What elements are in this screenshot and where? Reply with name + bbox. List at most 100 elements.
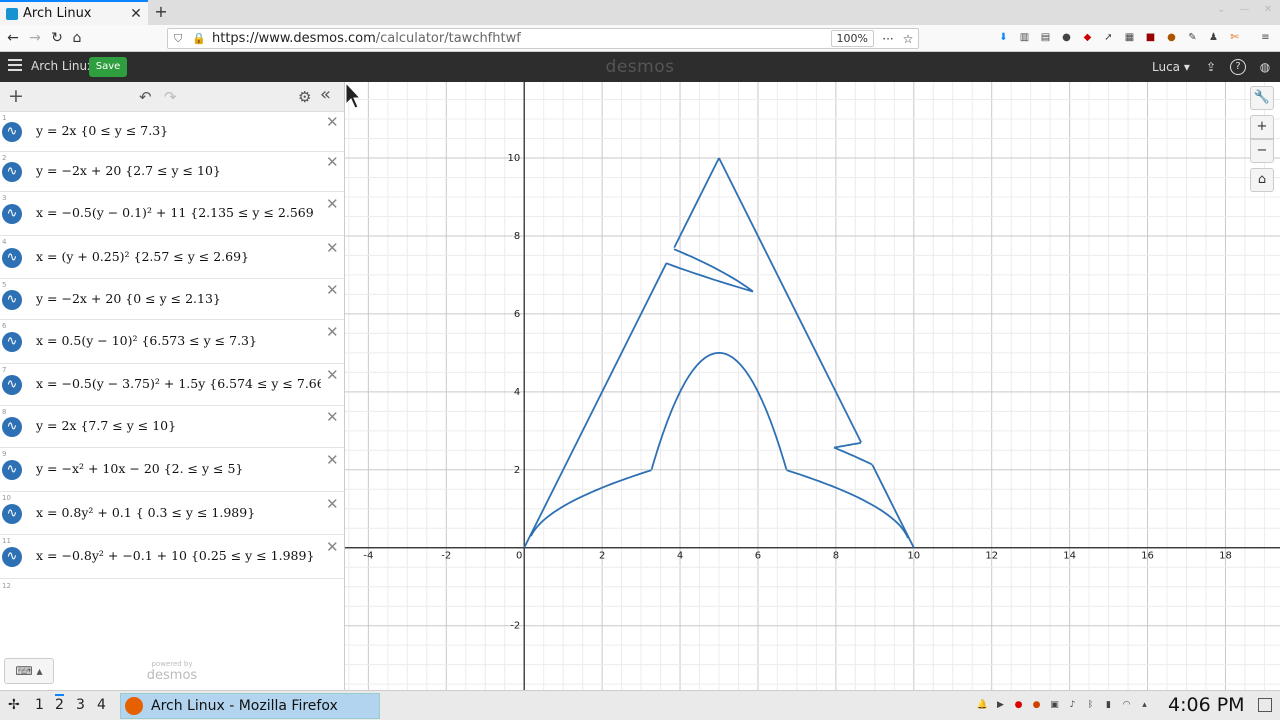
default-viewport-home-icon[interactable]: ⌂ — [1250, 168, 1274, 192]
expression-row[interactable]: 5 ∿ y = −2x + 20 {0 ≤ y ≤ 2.13} ✕ — [0, 279, 344, 320]
expression-input[interactable]: y = −2x + 20 {2.7 ≤ y ≤ 10} — [36, 163, 221, 178]
tracking-shield-icon[interactable]: ⛉ — [174, 32, 188, 46]
wifi-icon[interactable]: ◠ — [1120, 699, 1133, 712]
tab-close-icon[interactable]: ✕ — [128, 6, 144, 22]
graph-settings-wrench-icon[interactable]: 🔧 — [1250, 86, 1274, 110]
expression-input[interactable]: y = 2x {0 ≤ y ≤ 7.3} — [36, 123, 168, 138]
expression-color-toggle-icon[interactable]: ∿ — [2, 332, 22, 352]
share-icon[interactable]: ⇪ — [1203, 59, 1219, 75]
delete-expression-icon[interactable]: ✕ — [326, 408, 339, 426]
taskbar-app-firefox[interactable]: Arch Linux - Mozilla Firefox — [120, 693, 380, 719]
page-actions-icon[interactable]: ··· — [878, 32, 898, 46]
delete-expression-icon[interactable]: ✕ — [326, 113, 339, 131]
url-text[interactable]: https://www.desmos.com/calculator/tawchf… — [212, 31, 831, 46]
keyboard-toggle-button[interactable]: ⌨ ▴ — [4, 658, 54, 684]
settings-gear-icon[interactable]: ⚙ — [298, 88, 311, 106]
expression-color-toggle-icon[interactable]: ∿ — [2, 417, 22, 437]
extension-tools-icon[interactable]: ✄ — [1227, 30, 1242, 45]
extension-grid-icon[interactable]: ▦ — [1122, 30, 1137, 45]
expression-empty-row[interactable]: 12 — [0, 579, 344, 609]
save-button[interactable]: Save — [89, 57, 127, 77]
user-menu[interactable]: Luca ▾ — [1152, 60, 1190, 74]
sidebar-icon[interactable]: ▤ — [1038, 30, 1053, 45]
workspace-1[interactable]: 1 — [35, 697, 44, 713]
forward-button[interactable]: → — [26, 29, 44, 47]
extension-arrow-icon[interactable]: ➚ — [1101, 30, 1116, 45]
app-launcher-icon[interactable]: ✢ — [8, 697, 20, 713]
delete-expression-icon[interactable]: ✕ — [326, 451, 339, 469]
expression-row[interactable]: 11 ∿ x = −0.8y² + −0.1 + 10 {0.25 ≤ y ≤ 1.… — [0, 535, 344, 579]
expression-color-toggle-icon[interactable]: ∿ — [2, 504, 22, 524]
expression-row[interactable]: 8 ∿ y = 2x {7.7 ≤ y ≤ 10} ✕ — [0, 406, 344, 448]
expression-color-toggle-icon[interactable]: ∿ — [2, 547, 22, 567]
expression-input[interactable]: x = 0.8y² + 0.1 { 0.3 ≤ y ≤ 1.989} — [36, 505, 255, 520]
expression-row[interactable]: 10 ∿ x = 0.8y² + 0.1 { 0.3 ≤ y ≤ 1.989} ✕ — [0, 492, 344, 535]
expression-input[interactable]: y = −2x + 20 {0 ≤ y ≤ 2.13} — [36, 291, 221, 306]
expression-row[interactable]: 7 ∿ x = −0.5(y − 3.75)² + 1.5y {6.574 ≤ y … — [0, 364, 344, 406]
expression-input[interactable]: x = 0.5(y − 10)² {6.573 ≤ y ≤ 7.3} — [36, 333, 257, 348]
extension-figure-icon[interactable]: ♟ — [1206, 30, 1221, 45]
workspace-2[interactable]: 2 — [55, 694, 64, 713]
workspace-4[interactable]: 4 — [97, 697, 106, 713]
expression-row[interactable]: 1 ∿ y = 2x {0 ≤ y ≤ 7.3} ✕ — [0, 112, 344, 152]
extension-cookie-icon[interactable]: ● — [1164, 30, 1179, 45]
language-globe-icon[interactable]: ◍ — [1257, 59, 1273, 75]
notification-bell-icon[interactable]: 🔔 — [976, 699, 989, 712]
mail-icon[interactable]: ● — [1012, 699, 1025, 712]
expression-input[interactable]: y = −x² + 10x − 20 {2. ≤ y ≤ 5} — [36, 461, 243, 476]
expression-color-toggle-icon[interactable]: ∿ — [2, 290, 22, 310]
expression-color-toggle-icon[interactable]: ∿ — [2, 162, 22, 182]
bookmark-star-icon[interactable]: ☆ — [898, 32, 918, 46]
expression-input[interactable]: x = −0.5(y − 3.75)² + 1.5y {6.574 ≤ y ≤ … — [36, 376, 321, 391]
delete-expression-icon[interactable]: ✕ — [326, 281, 339, 299]
home-button[interactable]: ⌂ — [68, 29, 86, 47]
graph-canvas[interactable]: -4 -2 0 2 4 6 8 10 12 14 16 18 10 8 6 4 2 -2 — [345, 82, 1280, 690]
new-tab-button[interactable]: + — [152, 2, 170, 22]
expression-color-toggle-icon[interactable]: ∿ — [2, 248, 22, 268]
add-expression-button[interactable]: + — [8, 85, 24, 107]
expression-color-toggle-icon[interactable]: ∿ — [2, 460, 22, 480]
expression-color-toggle-icon[interactable]: ∿ — [2, 204, 22, 224]
expression-row[interactable]: 2 ∿ y = −2x + 20 {2.7 ≤ y ≤ 10} ✕ — [0, 152, 344, 192]
media-play-icon[interactable]: ▶ — [994, 699, 1007, 712]
window-close-icon[interactable]: ✕ — [1264, 4, 1272, 15]
browser-tab-active[interactable]: Arch Linux ✕ — [0, 0, 148, 25]
zoom-in-button[interactable]: + — [1250, 115, 1274, 139]
expression-input[interactable]: x = −0.5(y − 0.1)² + 11 {2.135 ≤ y ≤ 2.5… — [36, 205, 314, 220]
zoom-level-badge[interactable]: 100% — [830, 30, 874, 47]
delete-expression-icon[interactable]: ✕ — [326, 538, 339, 556]
hamburger-menu-icon[interactable] — [8, 59, 22, 73]
graph-paper[interactable]: -4 -2 0 2 4 6 8 10 12 14 16 18 10 8 6 4 2 -2 🔧 + − ⌂ — [345, 82, 1280, 690]
tray-expand-icon[interactable]: ▴ — [1138, 699, 1151, 712]
expression-row[interactable]: 6 ∿ x = 0.5(y − 10)² {6.573 ≤ y ≤ 7.3} ✕ — [0, 320, 344, 364]
expression-input[interactable]: x = −0.8y² + −0.1 + 10 {0.25 ≤ y ≤ 1.989… — [36, 548, 314, 563]
ublock-icon[interactable]: ◆ — [1080, 30, 1095, 45]
delete-expression-icon[interactable]: ✕ — [326, 153, 339, 171]
browser-menu-icon[interactable]: ≡ — [1258, 30, 1273, 45]
redo-button[interactable]: ↷ — [164, 88, 177, 106]
delete-expression-icon[interactable]: ✕ — [326, 195, 339, 213]
extension-leaf-icon[interactable]: ✎ — [1185, 30, 1200, 45]
clipboard-icon[interactable]: ▣ — [1048, 699, 1061, 712]
expression-row[interactable]: 4 ∿ x = (y + 0.25)² {2.57 ≤ y ≤ 2.69} ✕ — [0, 236, 344, 279]
taskbar-clock[interactable]: 4:06 PM — [1168, 694, 1245, 716]
window-maximize-icon[interactable]: — — [1240, 4, 1250, 15]
delete-expression-icon[interactable]: ✕ — [326, 323, 339, 341]
show-desktop-icon[interactable] — [1258, 698, 1272, 712]
tray-app-icon[interactable]: ● — [1030, 699, 1043, 712]
volume-icon[interactable]: ♪ — [1066, 699, 1079, 712]
url-bar[interactable]: ⛉ 🔒 https://www.desmos.com/calculator/ta… — [167, 28, 919, 49]
library-icon[interactable]: ▥ — [1017, 30, 1032, 45]
lock-icon[interactable]: 🔒 — [192, 32, 206, 45]
undo-button[interactable]: ↶ — [139, 88, 152, 106]
help-icon[interactable]: ? — [1230, 59, 1246, 75]
back-button[interactable]: ← — [4, 29, 22, 47]
pocket-icon[interactable]: ● — [1059, 30, 1074, 45]
zoom-out-button[interactable]: − — [1250, 139, 1274, 163]
reload-button[interactable]: ↻ — [48, 29, 66, 47]
extension-square-icon[interactable]: ■ — [1143, 30, 1158, 45]
window-minimize-icon[interactable]: ⌄ — [1217, 4, 1225, 15]
collapse-list-button[interactable]: « — [320, 84, 331, 105]
battery-icon[interactable]: ▮ — [1102, 699, 1115, 712]
workspace-3[interactable]: 3 — [76, 697, 85, 713]
